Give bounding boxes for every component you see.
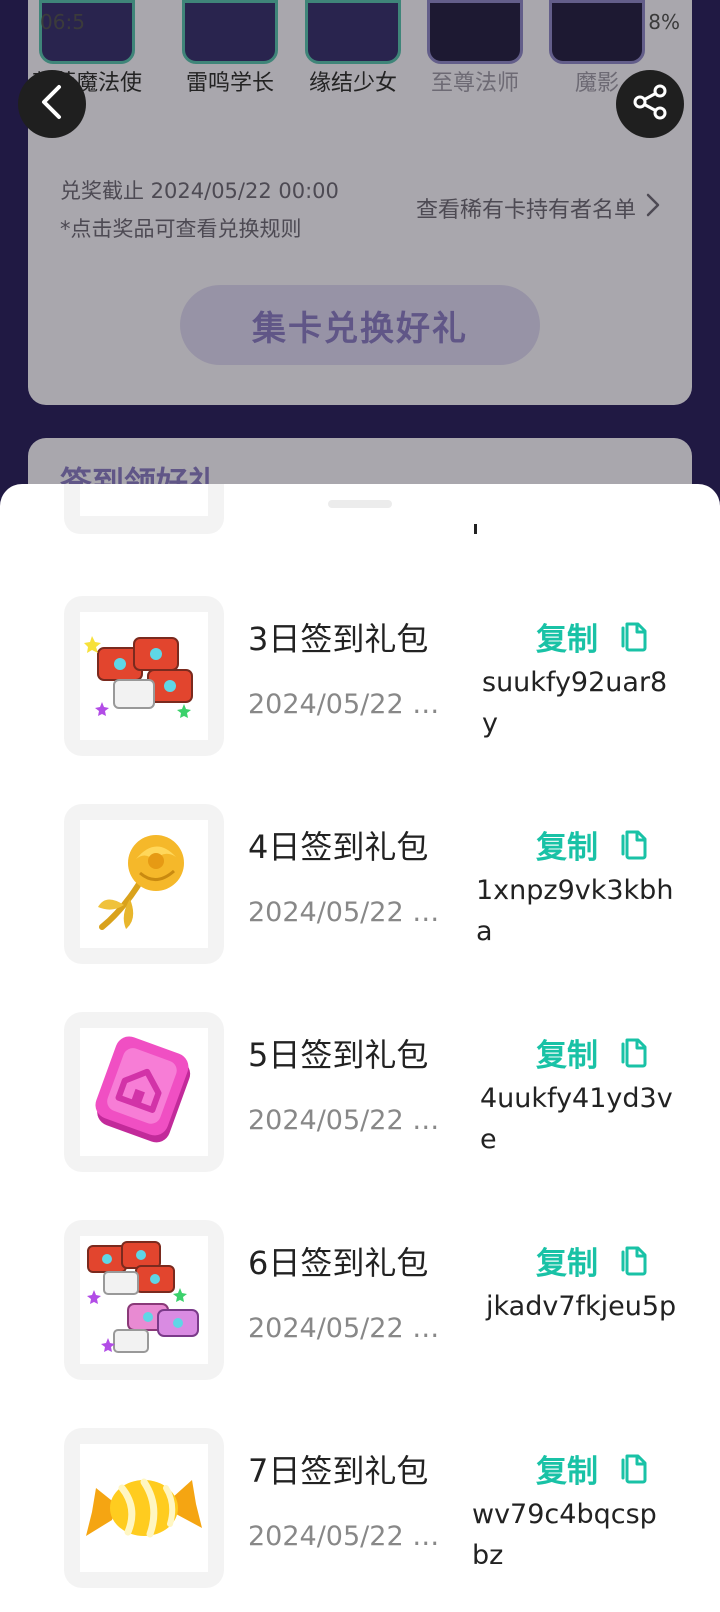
package-name: 3日签到礼包 xyxy=(248,620,429,658)
copy-label: 复制 xyxy=(536,830,598,866)
copy-label: 复制 xyxy=(536,1038,598,1074)
copy-icon xyxy=(618,1242,648,1280)
gift-package-row[interactable]: 5日签到礼包 2024/05/22 前可用 复制 4uukfy41yd3ve xyxy=(0,1012,720,1172)
package-name: 6日签到礼包 xyxy=(248,1244,429,1282)
package-thumbnail-partial xyxy=(64,484,224,534)
golden-rose-icon xyxy=(80,820,208,948)
copy-button[interactable]: 复制 xyxy=(536,614,648,659)
copy-icon xyxy=(618,1450,648,1488)
redeem-code[interactable]: jkadv7fkjeu5p xyxy=(486,1286,686,1327)
redeem-code[interactable]: 1xnpz9vk3kbha xyxy=(476,870,676,952)
back-button[interactable] xyxy=(18,70,86,138)
package-name: 4日签到礼包 xyxy=(248,828,429,866)
copy-button[interactable]: 复制 xyxy=(536,1446,648,1491)
arrow-left-icon xyxy=(37,84,67,124)
gift-package-row[interactable]: 4日签到礼包 2024/05/22 前可用 复制 1xnpz9vk3kbha xyxy=(0,804,720,964)
copy-label: 复制 xyxy=(536,1246,598,1282)
copy-button[interactable]: 复制 xyxy=(536,1238,648,1283)
package-thumbnail xyxy=(64,804,224,964)
package-name: 5日签到礼包 xyxy=(248,1036,429,1074)
gift-package-row[interactable]: 7日签到礼包 2024/05/22 前可用 复制 wv79c4bqcspbz xyxy=(0,1428,720,1588)
package-thumbnail xyxy=(64,1220,224,1380)
gift-package-row[interactable]: 3日签到礼包 2024/05/22 前可用 复制 suukfy92uar8y xyxy=(0,596,720,756)
sheet-drag-handle[interactable] xyxy=(328,500,392,508)
package-expiry-date: 2024/05/22 前可用 xyxy=(248,897,452,928)
copy-label: 复制 xyxy=(536,622,598,658)
package-expiry-date: 2024/05/22 前可用 xyxy=(248,1313,452,1344)
share-button[interactable] xyxy=(616,70,684,138)
redeem-code[interactable]: wv79c4bqcspbz xyxy=(472,1494,672,1576)
copy-button[interactable]: 复制 xyxy=(536,1030,648,1075)
package-thumbnail xyxy=(64,596,224,756)
package-thumbnail xyxy=(64,1428,224,1588)
package-name: 7日签到礼包 xyxy=(248,1452,429,1490)
redeem-code[interactable]: suukfy92uar8y xyxy=(482,662,682,744)
package-thumbnail xyxy=(64,1012,224,1172)
copy-button[interactable]: 复制 xyxy=(536,822,648,867)
package-expiry-date: 2024/05/22 前可用 xyxy=(248,1105,452,1136)
copy-icon xyxy=(618,1034,648,1072)
copy-icon xyxy=(618,618,648,656)
red-chest-keys-icon xyxy=(80,612,208,740)
partial-code-fragment xyxy=(474,524,477,534)
package-expiry-date: 2024/05/22 前可用 xyxy=(248,1521,452,1552)
yellow-candy-icon xyxy=(80,1444,208,1572)
chests-and-keys-icon xyxy=(80,1236,208,1364)
signin-gift-sheet[interactable]: 3日签到礼包 2024/05/22 前可用 复制 suukfy92uar8y xyxy=(0,484,720,1612)
package-expiry-date: 2024/05/22 前可用 xyxy=(248,689,452,720)
copy-label: 复制 xyxy=(536,1454,598,1490)
pink-house-card-icon xyxy=(80,1028,208,1156)
share-icon xyxy=(631,83,669,125)
redeem-code[interactable]: 4uukfy41yd3ve xyxy=(480,1078,680,1160)
copy-icon xyxy=(618,826,648,864)
gift-package-row[interactable]: 6日签到礼包 2024/05/22 前可用 复制 jkadv7fkjeu5p xyxy=(0,1220,720,1380)
